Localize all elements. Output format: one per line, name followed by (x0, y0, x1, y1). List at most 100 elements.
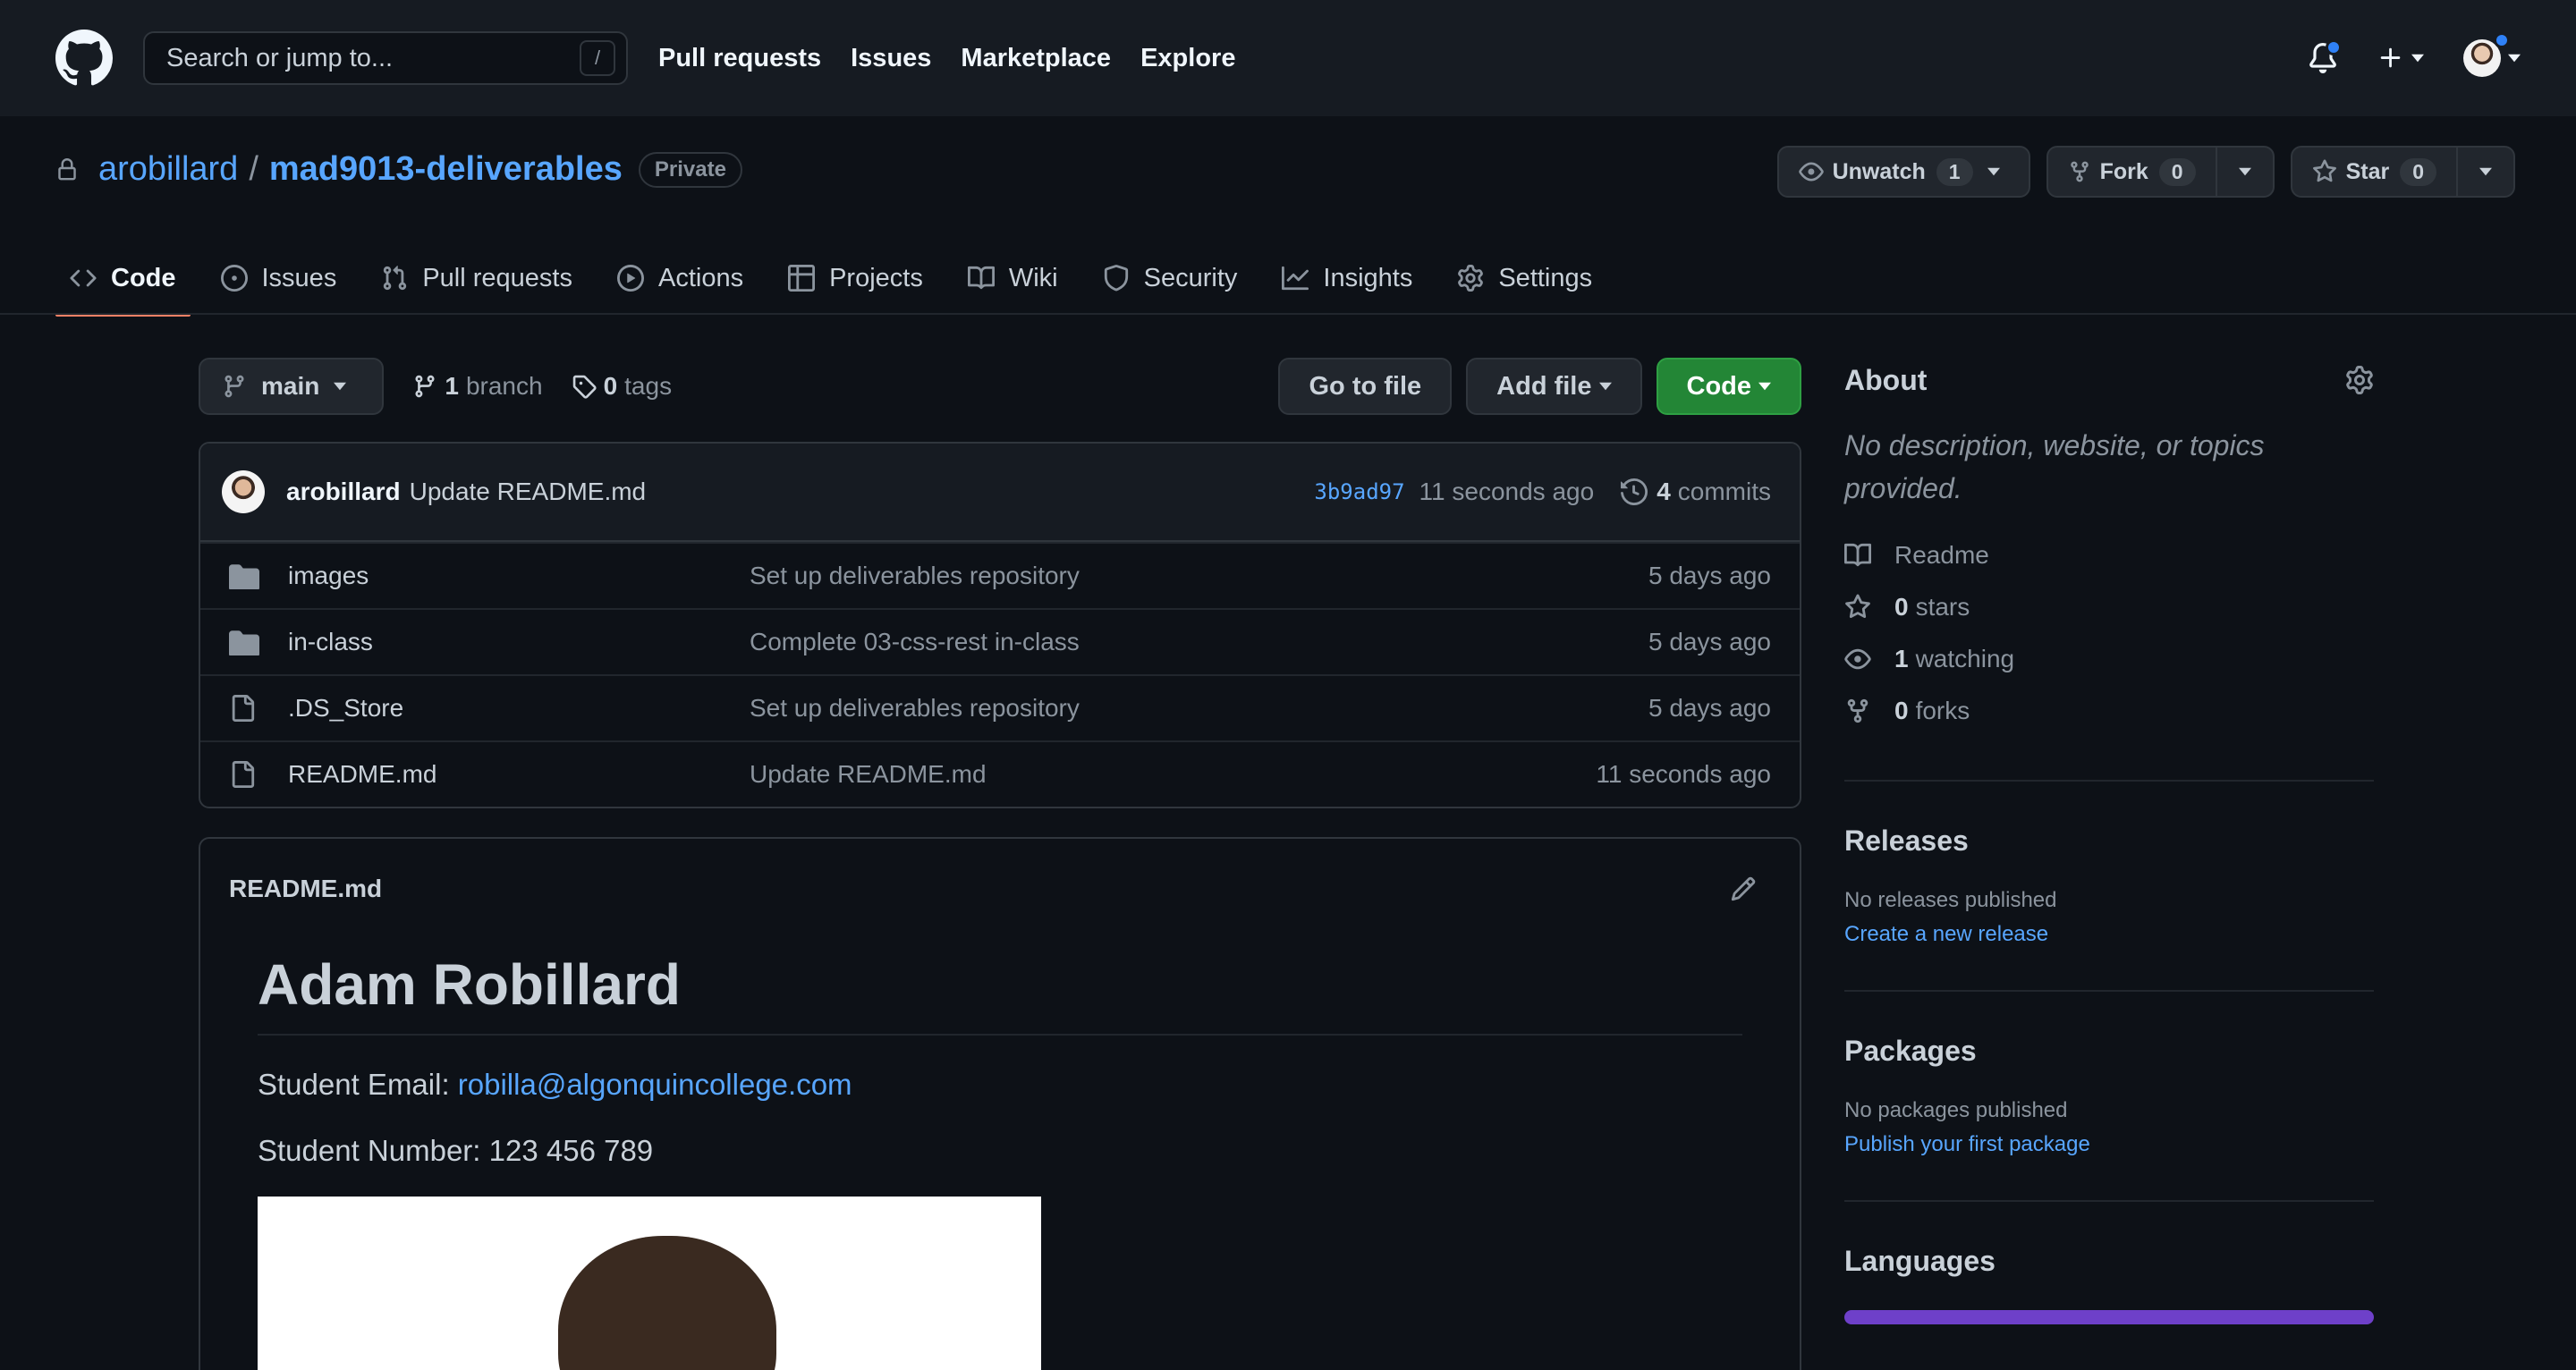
readme-header: README.md (200, 839, 1800, 939)
readme-student-number: Student Number: 123 456 789 (258, 1134, 654, 1167)
file-icon (229, 694, 261, 723)
repo-title: arobillard / mad9013-deliverables Privat… (55, 150, 742, 189)
repo-forked-icon (2070, 161, 2089, 182)
book-icon (967, 266, 995, 290)
commit-author-link[interactable]: arobillard (286, 478, 401, 506)
tab-issues[interactable]: Issues (207, 241, 352, 315)
file-commit-link[interactable]: Complete 03-css-rest in-class (750, 628, 1080, 656)
watchers-link[interactable]: 1 watching (1844, 633, 2374, 685)
tags-link[interactable]: 0 tags (572, 372, 672, 401)
watch-button[interactable]: Unwatch 1 (1779, 148, 2029, 196)
folder-icon (229, 629, 261, 655)
star-icon (2312, 159, 2336, 182)
tab-pull-requests[interactable]: Pull requests (367, 241, 587, 315)
file-actions: Go to file Add file Code (1264, 358, 1801, 415)
file-name-link[interactable]: .DS_Store (288, 694, 750, 723)
branch-select-button[interactable]: main (199, 358, 385, 415)
tab-label: Issues (261, 263, 337, 292)
issue-opened-icon (220, 265, 248, 292)
language-bar (1844, 1310, 2374, 1324)
fork-button-group: Fork 0 (2046, 146, 2275, 198)
forks-link[interactable]: 0 forks (1844, 685, 2374, 737)
commits-link[interactable]: 4 commits (1621, 478, 1771, 506)
packages-title[interactable]: Packages (1844, 1035, 1977, 1067)
repo-name-link[interactable]: mad9013-deliverables (269, 150, 623, 189)
releases-title[interactable]: Releases (1844, 825, 1969, 857)
tab-wiki[interactable]: Wiki (953, 241, 1072, 315)
tab-code[interactable]: Code (55, 241, 191, 317)
repo-separator: / (249, 150, 258, 188)
file-name-link[interactable]: in-class (288, 628, 750, 656)
tab-label: Projects (829, 263, 923, 292)
folder-icon (229, 562, 261, 589)
commit-sha-link[interactable]: 3b9ad97 (1314, 479, 1404, 504)
pencil-icon[interactable] (1730, 875, 1757, 902)
search-shortcut-key: / (580, 40, 615, 76)
fork-dropdown-button[interactable] (2215, 148, 2273, 196)
commits-count: 4 (1657, 478, 1671, 505)
search-placeholder: Search or jump to... (166, 43, 394, 72)
user-menu[interactable] (2463, 32, 2521, 77)
plus-icon (2380, 47, 2401, 68)
file-navigation: main 1 branch 0 tags Go to file Add file… (199, 358, 1801, 415)
star-icon (1845, 594, 1870, 619)
github-logo-icon[interactable] (55, 30, 113, 87)
search-input[interactable]: Search or jump to... / (143, 31, 628, 85)
fork-button[interactable]: Fork 0 (2048, 148, 2216, 196)
nav-explore[interactable]: Explore (1140, 44, 1235, 73)
code-button[interactable]: Code (1656, 358, 1801, 415)
tab-insights[interactable]: Insights (1267, 241, 1427, 315)
caret-down-icon (1758, 382, 1771, 391)
tab-projects[interactable]: Projects (774, 241, 937, 315)
file-commit-link[interactable]: Set up deliverables repository (750, 694, 1080, 723)
releases-empty-text: No releases published (1844, 888, 2057, 912)
commit-message-link[interactable]: Update README.md (410, 478, 647, 506)
packages-empty-text: No packages published (1844, 1098, 2068, 1122)
file-commit-link[interactable]: Update README.md (750, 760, 987, 789)
file-row: README.md Update README.md 11 seconds ag… (200, 740, 1800, 807)
create-release-link[interactable]: Create a new release (1844, 922, 2374, 947)
file-age: 5 days ago (1648, 562, 1771, 589)
lock-icon (55, 156, 79, 183)
nav-pull-requests[interactable]: Pull requests (658, 44, 821, 73)
tab-actions[interactable]: Actions (603, 241, 758, 315)
stars-link[interactable]: 0 stars (1844, 581, 2374, 633)
caret-down-icon (1987, 167, 2000, 176)
add-file-button[interactable]: Add file (1466, 358, 1642, 415)
avatar[interactable] (222, 470, 265, 513)
notifications-bell-icon[interactable] (2308, 39, 2342, 73)
go-to-file-button[interactable]: Go to file (1278, 358, 1453, 415)
readme-link[interactable]: Readme (1844, 529, 2374, 581)
repo-sidebar: About No description, website, or topics… (1844, 358, 2374, 1324)
caret-down-icon (1598, 382, 1612, 391)
notification-dot (2326, 39, 2342, 55)
email-label: Student Email: (258, 1068, 458, 1101)
repo-owner-link[interactable]: arobillard (98, 150, 238, 189)
about-header: About (1844, 358, 2374, 402)
star-button[interactable]: Star 0 (2292, 148, 2456, 196)
readme-label: Readme (1894, 541, 1989, 569)
forks-label: forks (1915, 697, 1970, 724)
eye-icon (1844, 648, 1871, 670)
file-name-link[interactable]: README.md (288, 760, 750, 789)
nav-marketplace[interactable]: Marketplace (961, 44, 1111, 73)
create-new-menu[interactable] (2377, 45, 2424, 72)
git-branch-icon (415, 375, 435, 398)
publish-package-link[interactable]: Publish your first package (1844, 1132, 2374, 1157)
top-nav: Pull requests Issues Marketplace Explore (658, 44, 1265, 73)
tab-security[interactable]: Security (1089, 241, 1252, 315)
nav-issues[interactable]: Issues (851, 44, 931, 73)
branches-link[interactable]: 1 branch (412, 372, 543, 401)
gear-icon[interactable] (2345, 366, 2374, 394)
file-name-link[interactable]: images (288, 562, 750, 590)
photo-hair (558, 1236, 776, 1370)
repo-tabs: Code Issues Pull requests Actions Projec… (55, 241, 1623, 317)
tab-label: Settings (1498, 263, 1593, 292)
forks-count: 0 (1894, 697, 1909, 724)
star-dropdown-button[interactable] (2456, 148, 2513, 196)
email-link[interactable]: robilla@algonquincollege.com (458, 1068, 852, 1101)
tab-settings[interactable]: Settings (1443, 241, 1606, 315)
tab-label: Pull requests (422, 263, 572, 292)
tab-label: Wiki (1008, 263, 1058, 292)
file-commit-link[interactable]: Set up deliverables repository (750, 562, 1080, 590)
